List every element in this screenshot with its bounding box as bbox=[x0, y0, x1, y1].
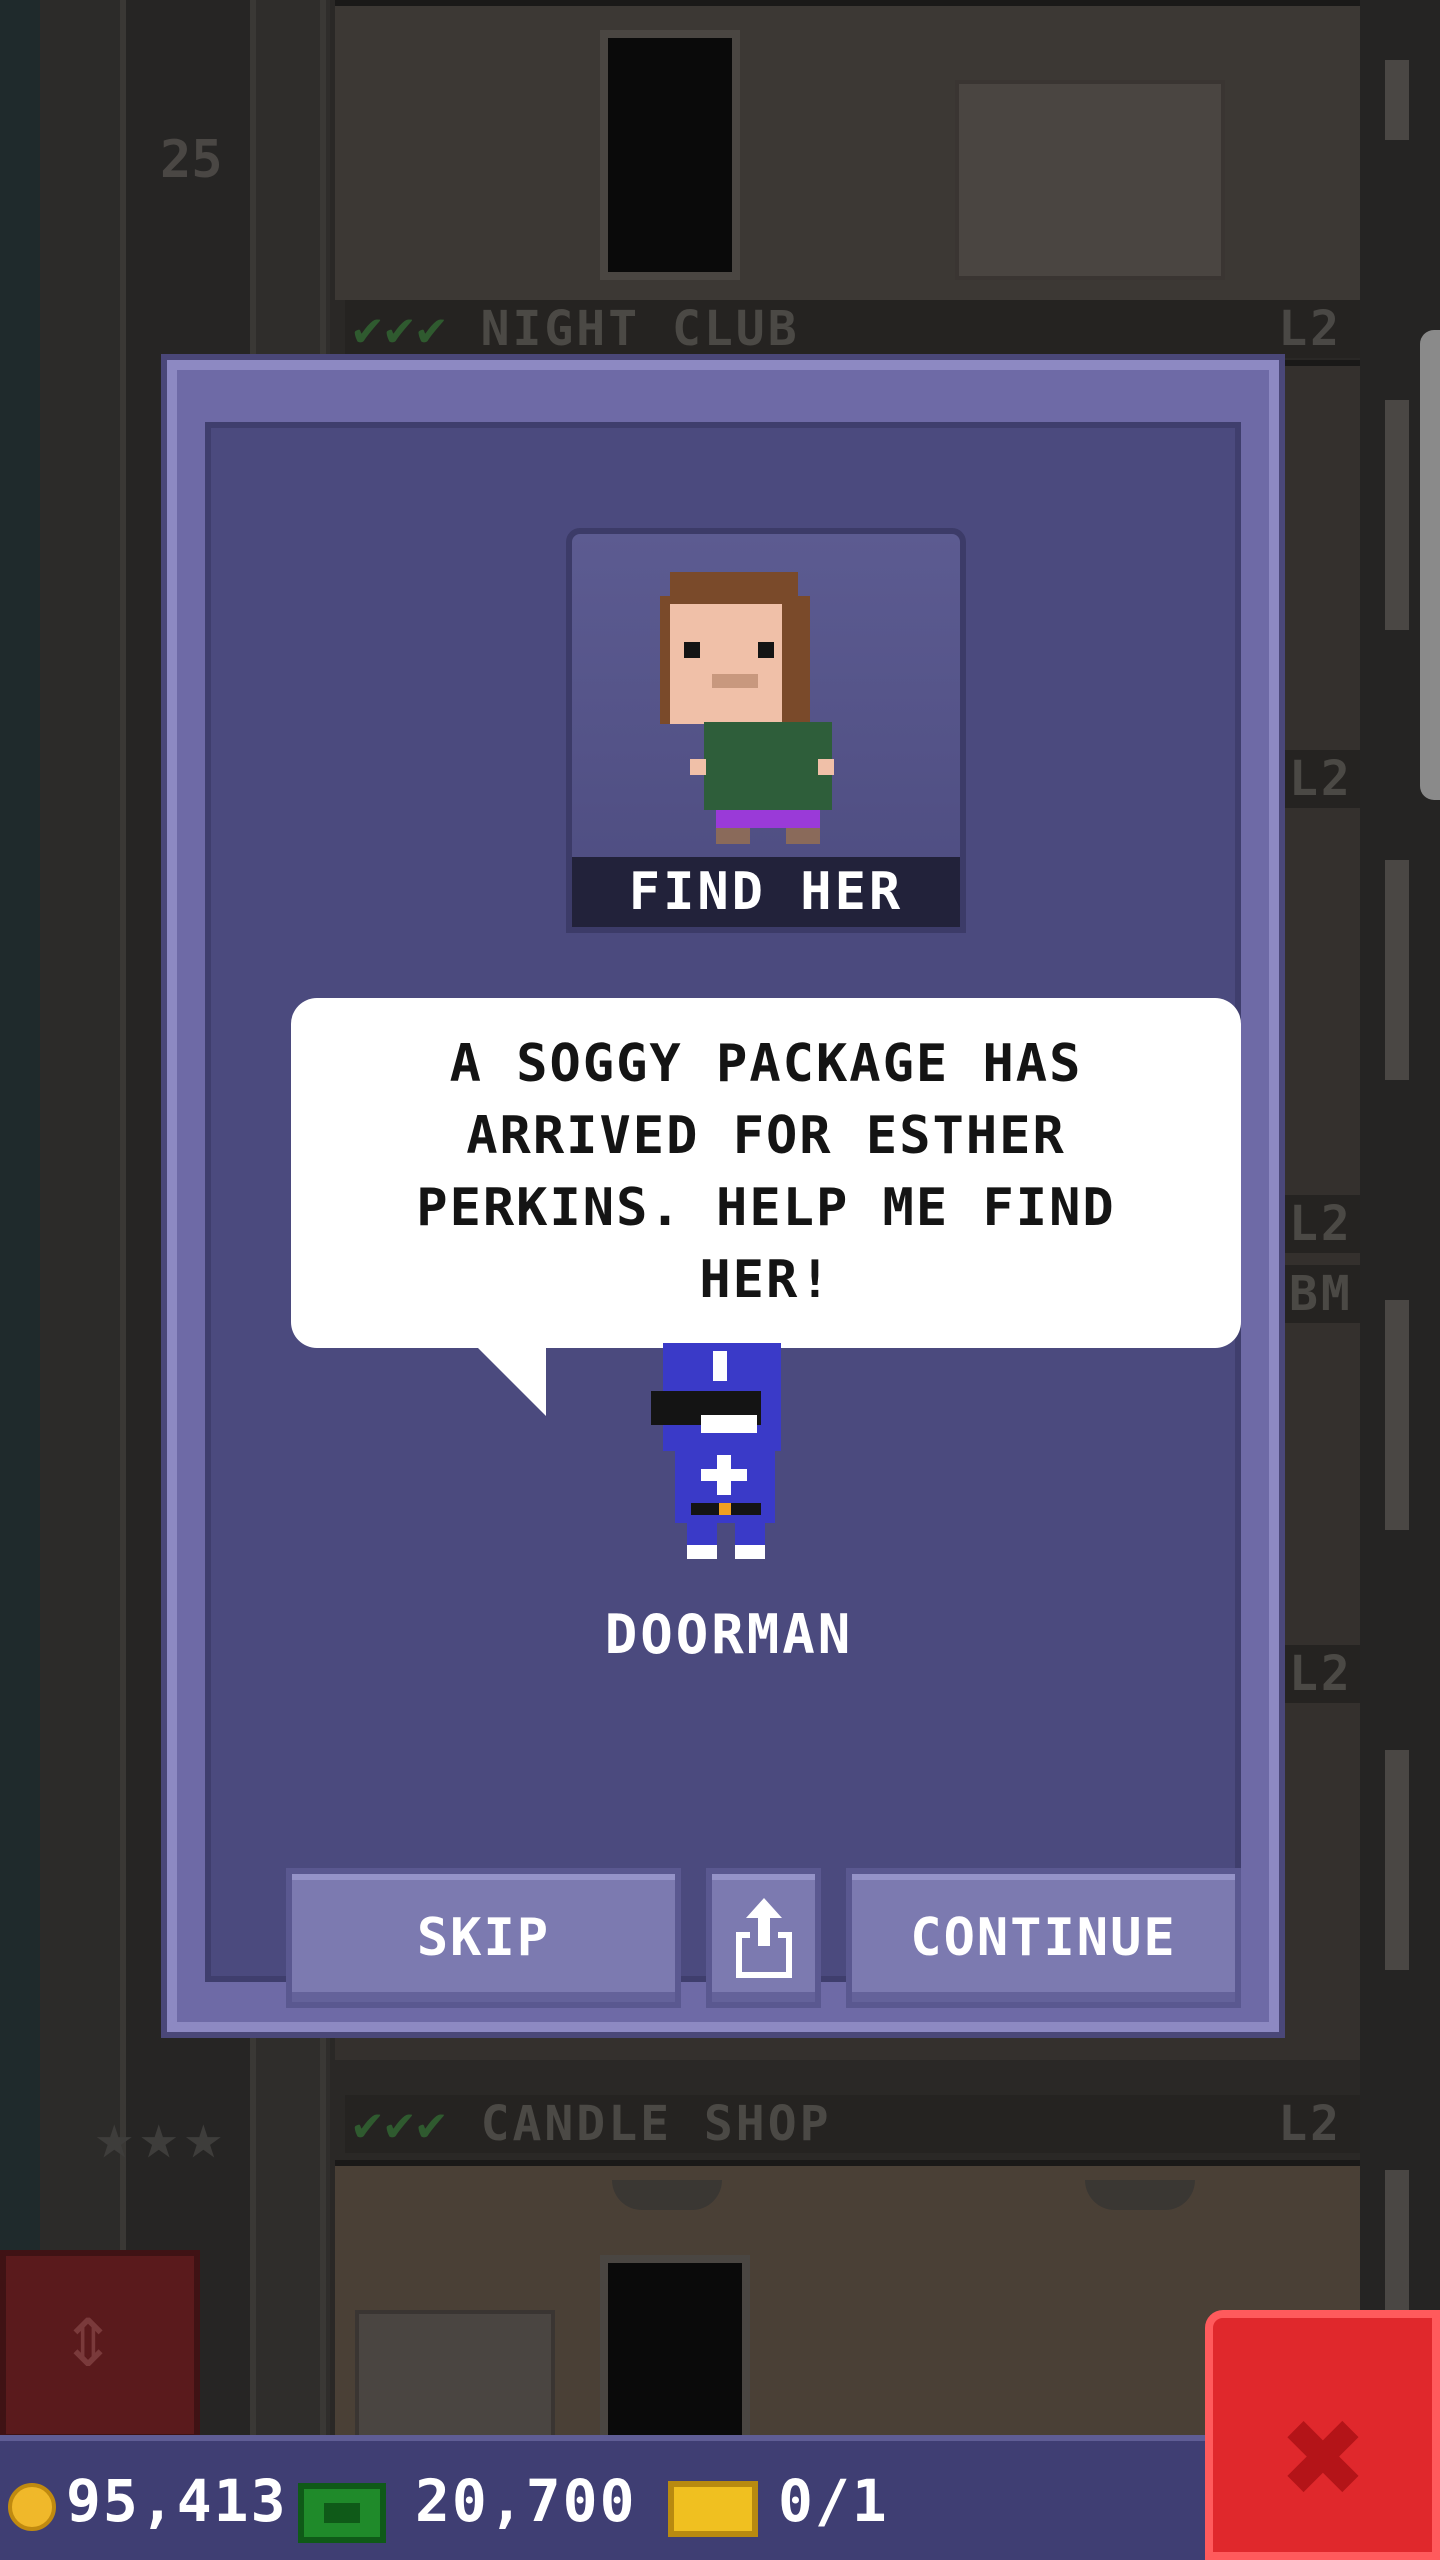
lamp-icon bbox=[1085, 2180, 1195, 2210]
share-icon bbox=[736, 1898, 792, 1978]
floor-stars: ★★★ bbox=[95, 2100, 229, 2174]
checks-icon: ✔✔✔ bbox=[353, 2096, 449, 2152]
coins-count: 95,413 bbox=[66, 2467, 288, 2535]
floor-level: L2 bbox=[1278, 301, 1342, 357]
speech-tail bbox=[476, 1346, 546, 1416]
floor-label-candle-shop: ✔✔✔ CANDLE SHOP L2 bbox=[345, 2095, 1360, 2153]
elevator-arrows-icon: ⇕ bbox=[61, 2283, 116, 2388]
shelf bbox=[955, 80, 1225, 280]
continue-button[interactable]: CONTINUE bbox=[846, 1868, 1241, 2008]
side-level-label: L2 bbox=[1285, 750, 1360, 808]
side-pull-tab[interactable] bbox=[1420, 330, 1440, 800]
ticket-icon bbox=[668, 2481, 758, 2537]
speaker-name: DOORMAN bbox=[604, 1603, 854, 1666]
right-slot bbox=[1385, 60, 1409, 140]
floor-label-night-club: ✔✔✔ NIGHT CLUB L2 bbox=[345, 300, 1360, 358]
right-slot bbox=[1385, 1750, 1409, 1970]
door bbox=[600, 2255, 750, 2455]
right-slot bbox=[1385, 2170, 1409, 2330]
doorman-avatar bbox=[651, 1343, 791, 1563]
shaft-rail bbox=[120, 0, 126, 2560]
tickets-count: 0/1 bbox=[778, 2467, 889, 2535]
customer-avatar bbox=[572, 534, 960, 854]
floor-name: NIGHT CLUB bbox=[480, 301, 800, 357]
right-slot bbox=[1385, 1300, 1409, 1530]
skip-button[interactable]: SKIP bbox=[286, 1868, 681, 2008]
currency-bar: 95,413 20,700 0/1 bbox=[0, 2435, 1210, 2560]
close-button[interactable]: ✖ bbox=[1205, 2310, 1440, 2560]
floor-number: 25 bbox=[160, 130, 223, 190]
right-slot bbox=[1385, 860, 1409, 1080]
floor-name: CANDLE SHOP bbox=[480, 2096, 832, 2152]
elevator-button[interactable]: ⇕ bbox=[0, 2250, 200, 2440]
bux-count: 20,700 bbox=[415, 2467, 637, 2535]
dialog-panel: FIND HER A SOGGY PACKAGE HAS ARRIVED FOR… bbox=[205, 422, 1241, 2008]
portrait-banner: FIND HER bbox=[572, 857, 960, 927]
close-icon: ✖ bbox=[1283, 2376, 1368, 2539]
bux-icon bbox=[298, 2483, 386, 2543]
door bbox=[600, 30, 740, 280]
share-button[interactable] bbox=[706, 1868, 821, 2008]
portrait-card: FIND HER bbox=[566, 528, 966, 933]
lamp-icon bbox=[612, 2180, 722, 2210]
side-fragment-label: BM bbox=[1285, 1265, 1360, 1323]
speech-bubble: A SOGGY PACKAGE HAS ARRIVED FOR ESTHER P… bbox=[291, 998, 1241, 1348]
side-level-label: L2 bbox=[1285, 1195, 1360, 1253]
floor-level: L2 bbox=[1278, 2096, 1342, 2152]
coin-icon bbox=[8, 2483, 56, 2531]
shelf bbox=[355, 2310, 555, 2440]
checks-icon: ✔✔✔ bbox=[353, 301, 449, 357]
side-level-label: L2 bbox=[1285, 1645, 1360, 1703]
right-slot bbox=[1385, 400, 1409, 630]
mission-dialog: FIND HER A SOGGY PACKAGE HAS ARRIVED FOR… bbox=[167, 360, 1279, 2032]
